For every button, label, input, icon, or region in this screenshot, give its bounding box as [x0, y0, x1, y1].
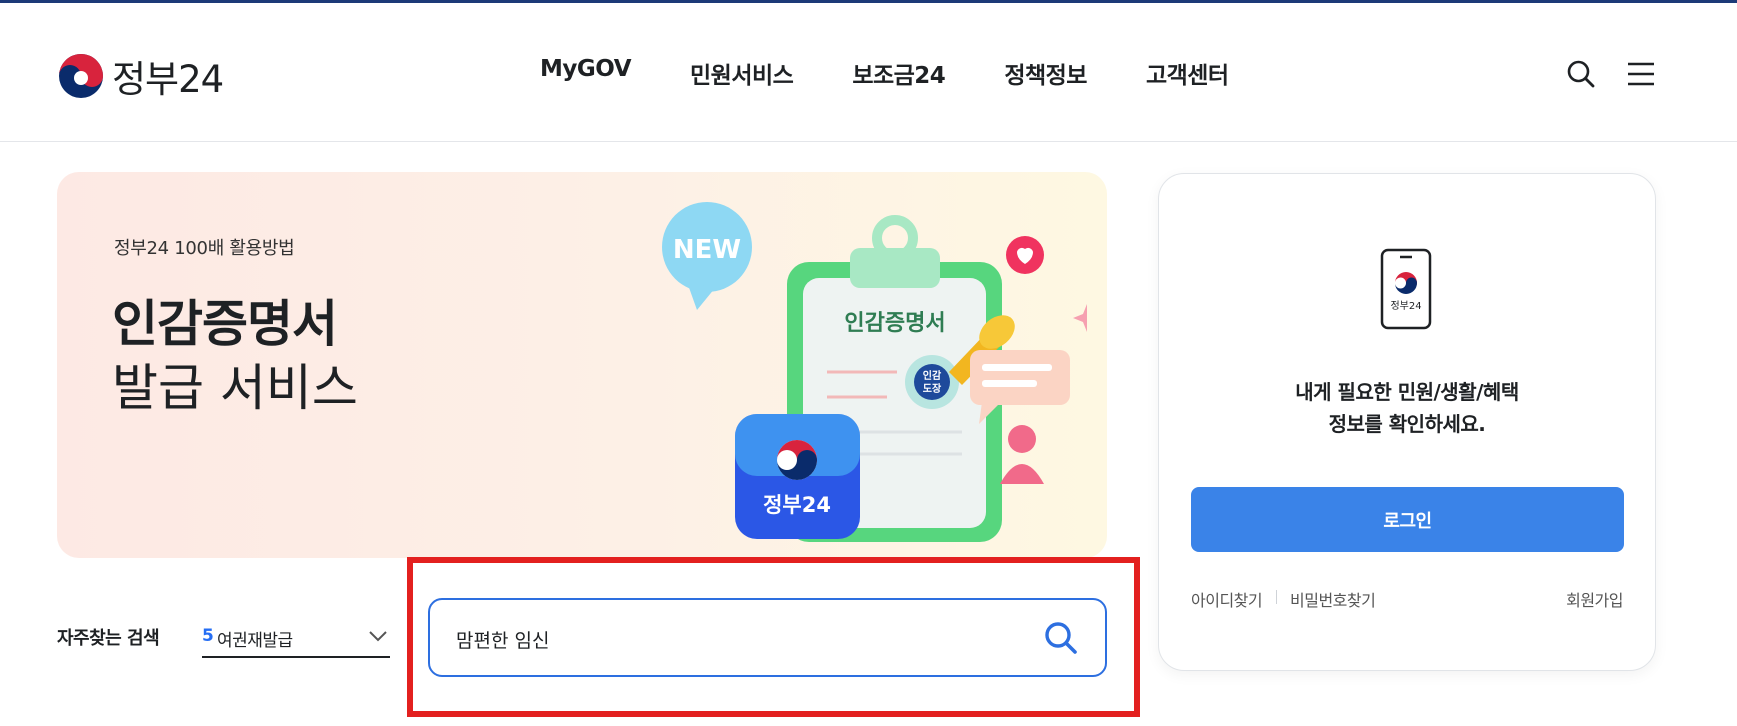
menu-icon[interactable] — [1626, 59, 1656, 89]
banner-subtitle: 정부24 100배 활용방법 — [114, 238, 295, 259]
login-message-line2: 정보를 확인하세요. — [1328, 412, 1486, 436]
search-box — [428, 598, 1107, 677]
site-logo[interactable]: 정부24 — [58, 49, 224, 103]
site-header: 정부24 MyGOV 민원서비스 보조금24 정책정보 고객센터 — [0, 3, 1737, 142]
signup-link[interactable]: 회원가입 — [1566, 587, 1623, 611]
heart-bubble-icon — [1006, 236, 1044, 274]
new-bubble-icon: NEW — [662, 202, 752, 310]
banner-title: 인감증명서 — [112, 295, 338, 353]
svg-text:정부24: 정부24 — [763, 493, 831, 517]
search-icon[interactable] — [1566, 59, 1596, 89]
login-button[interactable]: 로그인 — [1191, 487, 1624, 552]
nav-item-mygov[interactable]: MyGOV — [540, 56, 632, 90]
svg-text:정부24: 정부24 — [1390, 300, 1421, 312]
frequent-search-dropdown[interactable]: 5 여권재발급 — [202, 622, 390, 658]
certificate-illustration: NEW 인감증명서 인감 도장 정부24 — [662, 202, 1087, 542]
find-password-link[interactable]: 비밀번호찾기 — [1290, 587, 1376, 611]
svg-text:인감: 인감 — [923, 369, 942, 382]
nav-item-civil-service[interactable]: 민원서비스 — [690, 56, 794, 90]
nav-item-policy-info[interactable]: 정책정보 — [1004, 56, 1087, 90]
main-nav: MyGOV 민원서비스 보조금24 정책정보 고객센터 — [540, 56, 1288, 90]
nav-item-customer-center[interactable]: 고객센터 — [1146, 56, 1229, 90]
link-divider — [1276, 590, 1277, 604]
chevron-down-icon — [369, 631, 387, 642]
frequent-search-keyword: 여권재발급 — [217, 631, 293, 651]
nav-item-subsidy24[interactable]: 보조금24 — [852, 56, 946, 90]
search-input[interactable] — [454, 620, 1018, 658]
frequent-search-label: 자주찾는 검색 — [57, 628, 160, 649]
search-button-icon[interactable] — [1043, 620, 1079, 656]
gov24-app-icon: 정부24 — [735, 414, 860, 539]
login-message-line1: 내게 필요한 민원/생활/혜택 — [1295, 380, 1519, 404]
svg-text:NEW: NEW — [673, 235, 741, 265]
mobile-phone-icon: 정부24 — [1380, 248, 1432, 330]
login-card: 정부24 내게 필요한 민원/생활/혜택 정보를 확인하세요. 로그인 아이디찾… — [1158, 173, 1656, 671]
logo-text: 정부24 — [112, 58, 224, 101]
svg-text:인감증명서: 인감증명서 — [844, 311, 945, 336]
banner-title-line2: 발급 서비스 — [112, 359, 358, 417]
frequent-search-rank: 5 — [202, 626, 214, 646]
taegeuk-logo-icon — [59, 54, 103, 98]
svg-text:도장: 도장 — [923, 382, 942, 395]
find-id-link[interactable]: 아이디찾기 — [1191, 587, 1263, 611]
promo-banner[interactable]: 정부24 100배 활용방법 인감증명서 발급 서비스 NEW 인감증명서 인감… — [57, 172, 1107, 558]
